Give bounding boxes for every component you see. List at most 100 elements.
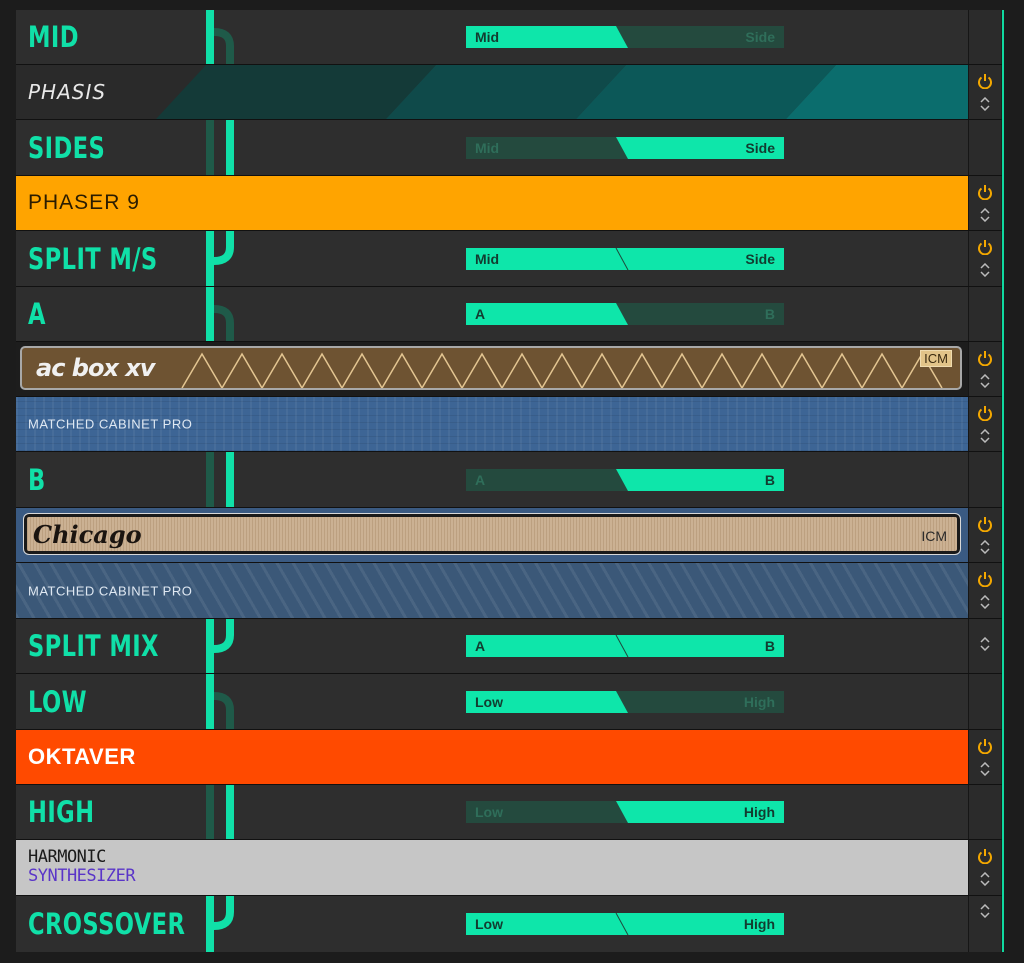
plugin-row-phasis[interactable]: PHASIS <box>16 65 1002 119</box>
slot-controls <box>968 176 1001 230</box>
plugin-row-matched-cabinet-pro[interactable]: MATCHED CABINET PRO <box>16 397 1002 451</box>
route-label: LOW <box>28 684 87 719</box>
low-high-toggle[interactable]: Low High <box>466 913 784 935</box>
slot-controls <box>968 452 1001 507</box>
reorder-arrows-icon[interactable] <box>979 904 991 918</box>
slot-controls <box>968 785 1001 839</box>
route-row-mid: MID Mid Side <box>16 10 1002 64</box>
slot-controls <box>968 619 1001 673</box>
reorder-arrows-icon[interactable] <box>979 762 991 776</box>
ab-toggle[interactable]: A B <box>466 303 784 325</box>
route-label: SPLIT MIX <box>28 629 159 663</box>
reorder-arrows-icon[interactable] <box>979 637 991 651</box>
slot-controls <box>968 840 1001 895</box>
ab-toggle[interactable]: A B <box>466 468 784 491</box>
routing-parallel-icon <box>206 120 234 175</box>
slot-controls <box>968 342 1001 396</box>
route-row-crossover: CROSSOVER Low High <box>16 896 1002 952</box>
plugin-title: ac box xv <box>36 354 155 382</box>
slot-controls <box>968 896 1001 952</box>
toggle-left-option[interactable]: A <box>475 635 485 657</box>
slot-controls <box>968 231 1001 286</box>
toggle-right-option[interactable]: B <box>765 469 775 491</box>
routing-merge-icon <box>206 231 234 286</box>
power-icon[interactable] <box>977 516 993 532</box>
routing-split-left-icon <box>206 287 234 341</box>
power-icon[interactable] <box>977 405 993 421</box>
power-icon[interactable] <box>977 848 993 864</box>
plugin-title: MATCHED CABINET PRO <box>28 416 193 432</box>
route-row-sides: SIDES Mid Side <box>16 120 1002 175</box>
low-high-toggle[interactable]: Low High <box>466 801 784 823</box>
plugin-row-ac-box-xv[interactable]: ac box xv ICM <box>16 342 1002 396</box>
power-icon[interactable] <box>977 350 993 366</box>
toggle-right-option[interactable]: Side <box>745 248 775 270</box>
reorder-arrows-icon[interactable] <box>979 429 991 443</box>
route-row-a: A A B <box>16 287 1002 341</box>
route-label: A <box>28 297 46 331</box>
toggle-left-option[interactable]: Low <box>475 801 503 823</box>
slot-controls <box>968 287 1001 341</box>
reorder-arrows-icon[interactable] <box>979 263 991 277</box>
routing-merge-icon <box>206 896 234 952</box>
reorder-arrows-icon[interactable] <box>979 872 991 886</box>
route-label: B <box>28 462 46 497</box>
slot-controls <box>968 397 1001 451</box>
routing-split-left-icon <box>206 10 234 64</box>
power-icon[interactable] <box>977 239 993 255</box>
slot-controls <box>968 10 1001 64</box>
plugin-row-harmonic-synthesizer[interactable]: HARMONIC SYNTHESIZER <box>16 840 1002 895</box>
reorder-arrows-icon[interactable] <box>979 208 991 222</box>
toggle-right-option[interactable]: High <box>744 691 775 713</box>
mid-side-toggle[interactable]: Mid Side <box>466 136 784 159</box>
toggle-right-option[interactable]: High <box>744 801 775 823</box>
power-icon[interactable] <box>977 738 993 754</box>
toggle-left-option[interactable]: Mid <box>475 26 499 48</box>
route-label: SPLIT M/S <box>28 241 158 276</box>
ab-toggle[interactable]: A B <box>466 635 784 657</box>
plugin-row-oktaver[interactable]: OKTAVER <box>16 730 1002 784</box>
brand-badge: ICM <box>921 528 947 544</box>
toggle-right-option[interactable]: B <box>765 635 775 657</box>
amp-panel: Chicago ICM <box>23 513 961 555</box>
mid-side-toggle[interactable]: Mid Side <box>466 247 784 270</box>
mid-side-toggle[interactable]: Mid Side <box>466 26 784 48</box>
route-row-split-mix: SPLIT MIX A B <box>16 619 1002 673</box>
toggle-right-option[interactable]: B <box>765 303 775 325</box>
power-icon[interactable] <box>977 73 993 89</box>
routing-parallel-icon <box>206 785 234 839</box>
toggle-left-option[interactable]: Low <box>475 913 503 935</box>
low-high-toggle[interactable]: Low High <box>466 690 784 713</box>
plugin-title: MATCHED CABINET PRO <box>28 583 193 598</box>
routing-split-left-icon <box>206 674 234 729</box>
toggle-right-option[interactable]: High <box>744 913 775 935</box>
toggle-left-option[interactable]: A <box>475 303 485 325</box>
plugin-title-line1: HARMONIC <box>28 847 106 867</box>
toggle-right-option[interactable]: Side <box>745 26 775 48</box>
toggle-left-option[interactable]: Mid <box>475 137 499 159</box>
route-row-split-ms: SPLIT M/S Mid Side <box>16 231 1002 286</box>
toggle-left-option[interactable]: Low <box>475 691 503 713</box>
reorder-arrows-icon[interactable] <box>979 97 991 111</box>
plugin-row-matched-cabinet-pro[interactable]: MATCHED CABINET PRO <box>16 563 1002 618</box>
reorder-arrows-icon[interactable] <box>979 374 991 388</box>
plugin-row-chicago[interactable]: Chicago ICM <box>16 508 1002 562</box>
slot-controls <box>968 508 1001 562</box>
toggle-left-option[interactable]: A <box>475 469 485 491</box>
route-row-b: B A B <box>16 452 1002 507</box>
plugin-title: PHASER 9 <box>28 191 140 214</box>
effects-chain: MID Mid Side PHASIS SIDES Mid Side PHASE… <box>16 10 1004 952</box>
plugin-row-phaser-9[interactable]: PHASER 9 <box>16 176 1002 230</box>
reorder-arrows-icon[interactable] <box>979 540 991 554</box>
route-row-high: HIGH Low High <box>16 785 1002 839</box>
plugin-title: OKTAVER <box>28 744 136 769</box>
amp-panel: ac box xv ICM <box>20 346 962 390</box>
power-icon[interactable] <box>977 571 993 587</box>
toggle-left-option[interactable]: Mid <box>475 248 499 270</box>
toggle-right-option[interactable]: Side <box>745 137 775 159</box>
power-icon[interactable] <box>977 184 993 200</box>
reorder-arrows-icon[interactable] <box>979 595 991 609</box>
route-row-low: LOW Low High <box>16 674 1002 729</box>
routing-merge-icon <box>206 619 234 673</box>
slot-controls <box>968 563 1001 618</box>
